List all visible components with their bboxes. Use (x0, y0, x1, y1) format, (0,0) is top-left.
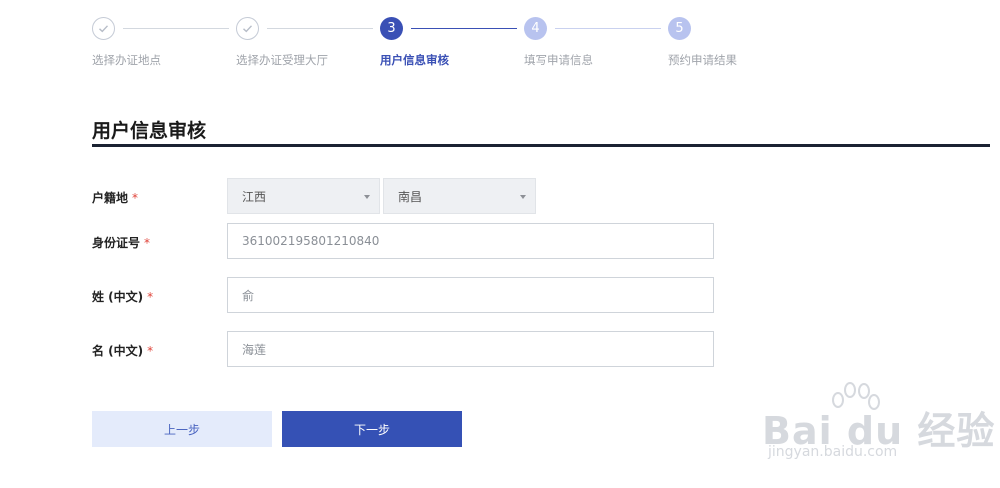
prev-step-button[interactable]: 上一步 (92, 411, 272, 447)
id-number-label-text: 身份证号 (92, 236, 141, 250)
province-value: 江西 (242, 189, 267, 204)
caret-down-icon (520, 195, 526, 199)
step-connector (555, 28, 661, 29)
progress-stepper: 选择办证地点 选择办证受理大厅 3 用户信息审核 4 填写申请信息 5 预约申请… (92, 17, 792, 77)
city-value: 南昌 (398, 189, 423, 204)
surname-label: 姓 (中文) * (92, 288, 153, 305)
step-5-circle: 5 (668, 17, 691, 40)
step-1-circle (92, 17, 115, 40)
step-2-label: 选择办证受理大厅 (236, 53, 328, 67)
step-4-circle: 4 (524, 17, 547, 40)
given-name-label: 名 (中文) * (92, 342, 153, 359)
step-5-label: 预约申请结果 (668, 53, 737, 67)
household-label-text: 户籍地 (92, 191, 129, 205)
surname-value: 俞 (242, 288, 255, 303)
step-1-label: 选择办证地点 (92, 53, 161, 67)
step-connector (123, 28, 229, 29)
required-mark: * (132, 191, 139, 205)
page-title: 用户信息审核 (92, 120, 207, 142)
required-mark: * (147, 290, 154, 304)
required-mark: * (147, 344, 154, 358)
surname-input[interactable]: 俞 (227, 277, 714, 313)
watermark-url: jingyan.baidu.com (768, 444, 898, 460)
id-number-label: 身份证号 * (92, 234, 150, 251)
required-mark: * (144, 236, 151, 250)
caret-down-icon (364, 195, 370, 199)
household-label: 户籍地 * (92, 189, 138, 206)
id-number-value: 361002195801210840 (242, 234, 380, 248)
province-select[interactable]: 江西 (227, 178, 380, 214)
id-number-input[interactable]: 361002195801210840 (227, 223, 714, 259)
given-name-input[interactable]: 海莲 (227, 331, 714, 367)
check-icon (243, 25, 253, 33)
step-connector (267, 28, 373, 29)
step-connector (411, 28, 517, 29)
step-3-circle: 3 (380, 17, 403, 40)
check-icon (99, 25, 109, 33)
step-2-circle (236, 17, 259, 40)
title-divider (92, 144, 990, 147)
surname-label-text: 姓 (中文) (92, 290, 144, 304)
step-4-label: 填写申请信息 (524, 53, 593, 67)
given-name-value: 海莲 (242, 342, 267, 357)
step-3-label: 用户信息审核 (380, 53, 449, 67)
next-step-button[interactable]: 下一步 (282, 411, 462, 447)
given-name-label-text: 名 (中文) (92, 344, 144, 358)
city-select[interactable]: 南昌 (383, 178, 536, 214)
baidu-watermark: Bai du 经验 jingyan.baidu.com (762, 380, 994, 470)
